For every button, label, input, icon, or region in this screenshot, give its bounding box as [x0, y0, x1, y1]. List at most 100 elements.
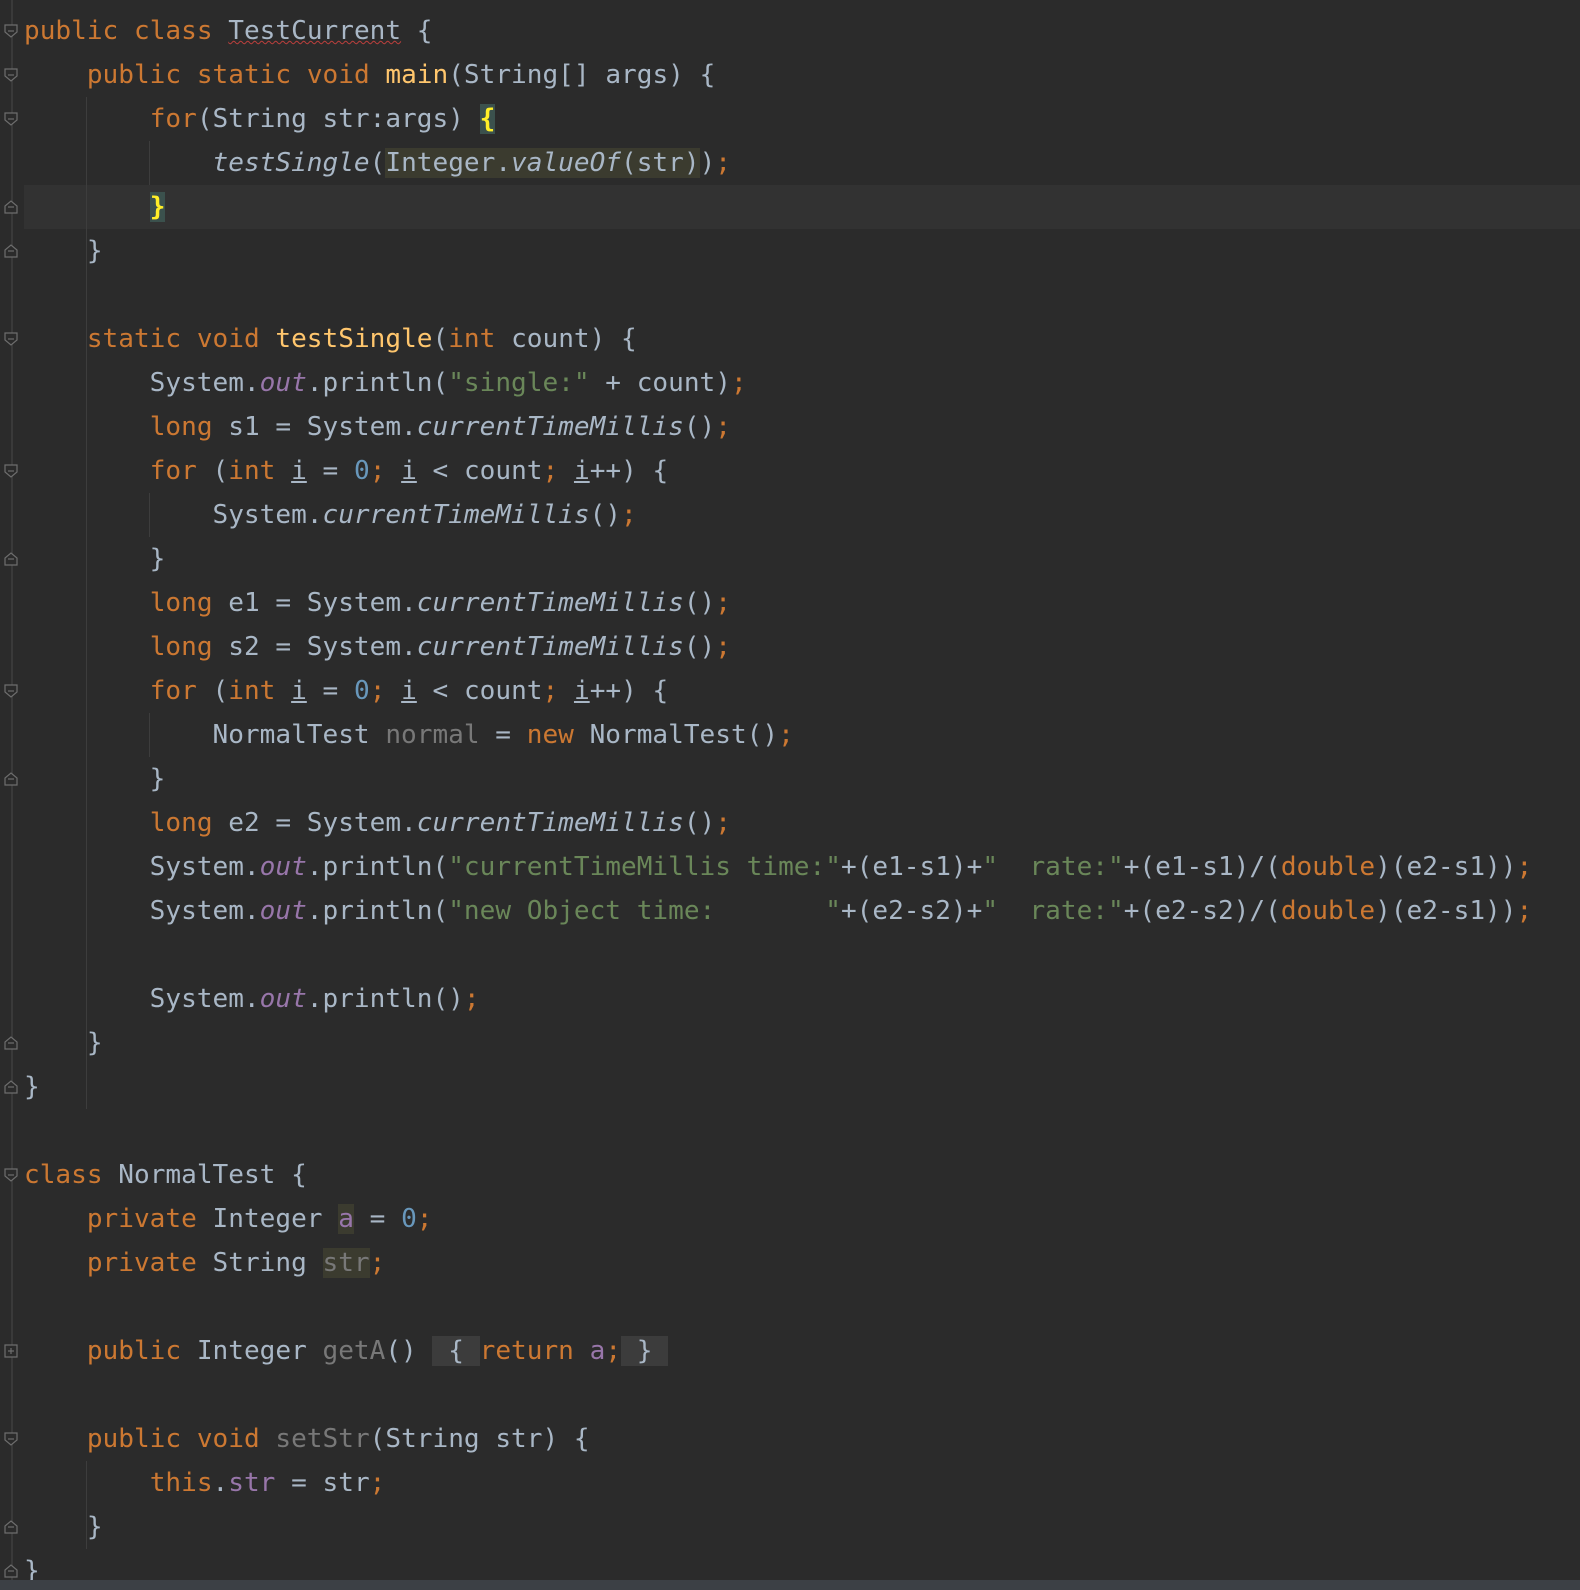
code-token: static [196, 60, 292, 90]
code-token: this [149, 1468, 213, 1498]
code-line[interactable]: class NormalTest { [24, 1153, 1580, 1197]
code-line[interactable]: } [24, 757, 1580, 801]
editor-gutter[interactable] [0, 0, 24, 1580]
code-area[interactable]: public class TestCurrent { public static… [24, 9, 1580, 1590]
code-token: 0 [401, 1204, 417, 1234]
code-token: ; [463, 984, 480, 1014]
code-token: } [621, 1336, 669, 1366]
code-line[interactable]: } [24, 229, 1580, 273]
code-token: a [589, 1336, 606, 1366]
code-token: } [149, 192, 166, 222]
code-token: ; [369, 456, 386, 486]
code-line[interactable]: } [24, 1065, 1580, 1109]
code-line[interactable]: long e2 = System.currentTimeMillis(); [24, 801, 1580, 845]
fold-end-icon[interactable] [4, 244, 18, 258]
code-line[interactable]: System.out.println("currentTimeMillis ti… [24, 845, 1580, 889]
gutter-divider [11, 0, 13, 1580]
code-token: (String str:args) [196, 104, 480, 134]
fold-end-icon[interactable] [4, 1036, 18, 1050]
code-token: long [149, 808, 213, 838]
fold-collapse-icon[interactable] [4, 1168, 18, 1182]
code-token: 0 [353, 676, 370, 706]
code-token: ; [416, 1204, 433, 1234]
code-line[interactable]: for (int i = 0; i < count; i++) { [24, 669, 1580, 713]
code-token: private [86, 1204, 197, 1234]
fold-expand-icon[interactable] [4, 1344, 18, 1358]
code-line[interactable]: public static void main(String[] args) { [24, 53, 1580, 97]
fold-end-icon[interactable] [4, 200, 18, 214]
code-token: i [291, 456, 307, 486]
code-line[interactable] [24, 1285, 1580, 1329]
code-editor[interactable]: public class TestCurrent { public static… [0, 0, 1580, 1590]
code-token: int [228, 676, 276, 706]
code-token: NormalTest [24, 720, 386, 750]
code-token: ; [730, 368, 747, 398]
code-line[interactable]: this.str = str; [24, 1461, 1580, 1505]
code-token: System. [24, 368, 260, 398]
code-line[interactable]: private String str; [24, 1241, 1580, 1285]
code-line[interactable]: } [24, 185, 1580, 229]
code-line[interactable]: testSingle(Integer.valueOf(str)); [24, 141, 1580, 185]
fold-end-icon[interactable] [4, 772, 18, 786]
code-line[interactable]: } [24, 1505, 1580, 1549]
code-token: ; [369, 1248, 386, 1278]
code-line[interactable]: for(String str:args) { [24, 97, 1580, 141]
fold-end-icon[interactable] [4, 1564, 18, 1578]
code-token: currentTimeMillis [416, 808, 684, 838]
code-token: "new Object time: " [448, 896, 841, 926]
code-line[interactable] [24, 933, 1580, 977]
code-token: public [86, 1424, 182, 1454]
code-token: )(e2-s1)) [1375, 852, 1517, 882]
fold-collapse-icon[interactable] [4, 684, 18, 698]
code-token: = str [275, 1468, 370, 1498]
code-line[interactable]: } [24, 1021, 1580, 1065]
code-token: long [149, 412, 213, 442]
code-token: str [322, 1248, 370, 1278]
code-line[interactable]: long e1 = System.currentTimeMillis(); [24, 581, 1580, 625]
code-token: ++) { [589, 676, 669, 706]
fold-collapse-icon[interactable] [4, 1432, 18, 1446]
code-token: .println( [306, 852, 449, 882]
code-line[interactable] [24, 1373, 1580, 1417]
fold-collapse-icon[interactable] [4, 464, 18, 478]
fold-end-icon[interactable] [4, 1520, 18, 1534]
code-line[interactable] [24, 273, 1580, 317]
code-token: () [589, 500, 621, 530]
code-token: Integer [196, 1204, 339, 1234]
fold-collapse-icon[interactable] [4, 24, 18, 38]
code-line[interactable]: private Integer a = 0; [24, 1197, 1580, 1241]
code-line[interactable]: NormalTest normal = new NormalTest(); [24, 713, 1580, 757]
code-token: ; [621, 500, 637, 530]
code-token: TestCurrent [228, 16, 402, 46]
code-token: ; [715, 808, 731, 838]
fold-end-icon[interactable] [4, 552, 18, 566]
code-line[interactable]: System.currentTimeMillis(); [24, 493, 1580, 537]
code-line[interactable]: long s2 = System.currentTimeMillis(); [24, 625, 1580, 669]
code-line[interactable]: System.out.println("single:" + count); [24, 361, 1580, 405]
code-token: e2 = System. [212, 808, 417, 838]
code-line[interactable]: System.out.println(); [24, 977, 1580, 1021]
code-line[interactable]: public class TestCurrent { [24, 9, 1580, 53]
code-line[interactable]: System.out.println("new Object time: "+(… [24, 889, 1580, 933]
fold-collapse-icon[interactable] [4, 332, 18, 346]
code-token: ; [1516, 896, 1533, 926]
fold-collapse-icon[interactable] [4, 112, 18, 126]
code-line[interactable]: long s1 = System.currentTimeMillis(); [24, 405, 1580, 449]
code-line[interactable] [24, 1109, 1580, 1153]
fold-end-icon[interactable] [4, 1080, 18, 1094]
code-line[interactable]: public void setStr(String str) { [24, 1417, 1580, 1461]
code-line[interactable]: static void testSingle(int count) { [24, 317, 1580, 361]
code-line[interactable]: for (int i = 0; i < count; i++) { [24, 449, 1580, 493]
code-line[interactable]: } [24, 537, 1580, 581]
fold-collapse-icon[interactable] [4, 68, 18, 82]
code-token: ; [605, 1336, 622, 1366]
code-line[interactable]: public Integer getA() { return a; } [24, 1329, 1580, 1373]
